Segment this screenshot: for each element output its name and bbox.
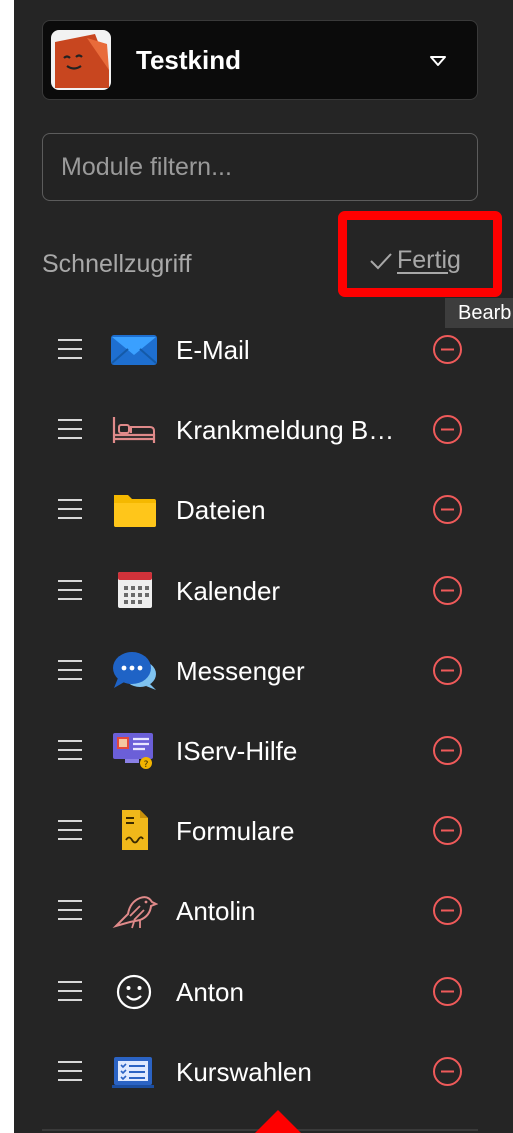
- remove-circle-icon[interactable]: [432, 815, 463, 846]
- profile-switcher[interactable]: Testkind: [42, 20, 478, 100]
- folder-icon: [114, 495, 156, 528]
- list-item[interactable]: Kurswahlen: [14, 1031, 513, 1111]
- item-label: Krankmeldung B…: [176, 415, 395, 446]
- annotation-highlight-box: [338, 211, 502, 297]
- remove-circle-icon[interactable]: [432, 494, 463, 525]
- list-item[interactable]: Krankmeldung B…: [14, 389, 513, 469]
- form-document-icon: [122, 810, 148, 851]
- quick-access-list: E-Mail Krankmeldung B… Dateien Kalender …: [14, 309, 513, 1111]
- drag-handle-icon[interactable]: [58, 978, 82, 1004]
- annotation-arrow-icon: [255, 1110, 301, 1133]
- item-label: Anton: [176, 976, 244, 1007]
- list-item[interactable]: Formulare: [14, 790, 513, 870]
- help-screen-icon: ?: [113, 732, 153, 770]
- item-label: IServ-Hilfe: [176, 735, 298, 766]
- bed-icon: [112, 417, 156, 444]
- remove-circle-icon[interactable]: [432, 655, 463, 686]
- list-item[interactable]: Anton: [14, 951, 513, 1031]
- drag-handle-icon[interactable]: [58, 416, 82, 442]
- course-list-icon: [112, 1056, 154, 1088]
- svg-text:?: ?: [144, 760, 149, 770]
- list-item[interactable]: Kalender: [14, 550, 513, 630]
- list-item[interactable]: ? IServ-Hilfe: [14, 710, 513, 790]
- drag-handle-icon[interactable]: [58, 657, 82, 683]
- item-label: Messenger: [176, 655, 305, 686]
- list-item[interactable]: Messenger: [14, 630, 513, 710]
- item-label: Kurswahlen: [176, 1056, 312, 1087]
- remove-circle-icon[interactable]: [432, 976, 463, 1007]
- item-label: E-Mail: [176, 335, 250, 365]
- list-item[interactable]: E-Mail: [14, 309, 513, 389]
- section-title-quick-access: Schnellzugriff: [42, 250, 192, 278]
- remove-circle-icon[interactable]: [432, 1056, 463, 1087]
- remove-circle-icon[interactable]: [432, 895, 463, 926]
- avatar: [51, 30, 111, 90]
- item-label: Kalender: [176, 575, 281, 606]
- drag-handle-icon[interactable]: [58, 577, 82, 603]
- list-item[interactable]: Dateien: [14, 469, 513, 549]
- list-item[interactable]: Antolin: [14, 870, 513, 950]
- remove-circle-icon[interactable]: [432, 575, 463, 606]
- drag-handle-icon[interactable]: [58, 737, 82, 763]
- profile-name: Testkind: [136, 45, 241, 75]
- remove-circle-icon[interactable]: [432, 334, 463, 365]
- module-filter-input[interactable]: [42, 133, 478, 201]
- chevron-down-icon: [430, 56, 446, 66]
- drag-handle-icon[interactable]: [58, 496, 82, 522]
- item-label: Antolin: [176, 896, 256, 927]
- drag-handle-icon[interactable]: [58, 817, 82, 843]
- remove-circle-icon[interactable]: [432, 735, 463, 766]
- item-label: Dateien: [176, 495, 266, 526]
- bird-icon: [112, 896, 158, 929]
- calendar-icon: [118, 571, 152, 608]
- item-label: Formulare: [176, 816, 295, 847]
- drag-handle-icon[interactable]: [58, 1058, 82, 1084]
- mail-icon: [111, 335, 157, 365]
- smiley-icon: [116, 974, 152, 1009]
- drag-handle-icon[interactable]: [58, 897, 82, 923]
- sidebar: Testkind Schnellzugriff Fertig Bearb E-M…: [14, 0, 513, 1133]
- drag-handle-icon[interactable]: [58, 336, 82, 362]
- remove-circle-icon[interactable]: [432, 414, 463, 445]
- chat-bubbles-icon: [113, 651, 156, 690]
